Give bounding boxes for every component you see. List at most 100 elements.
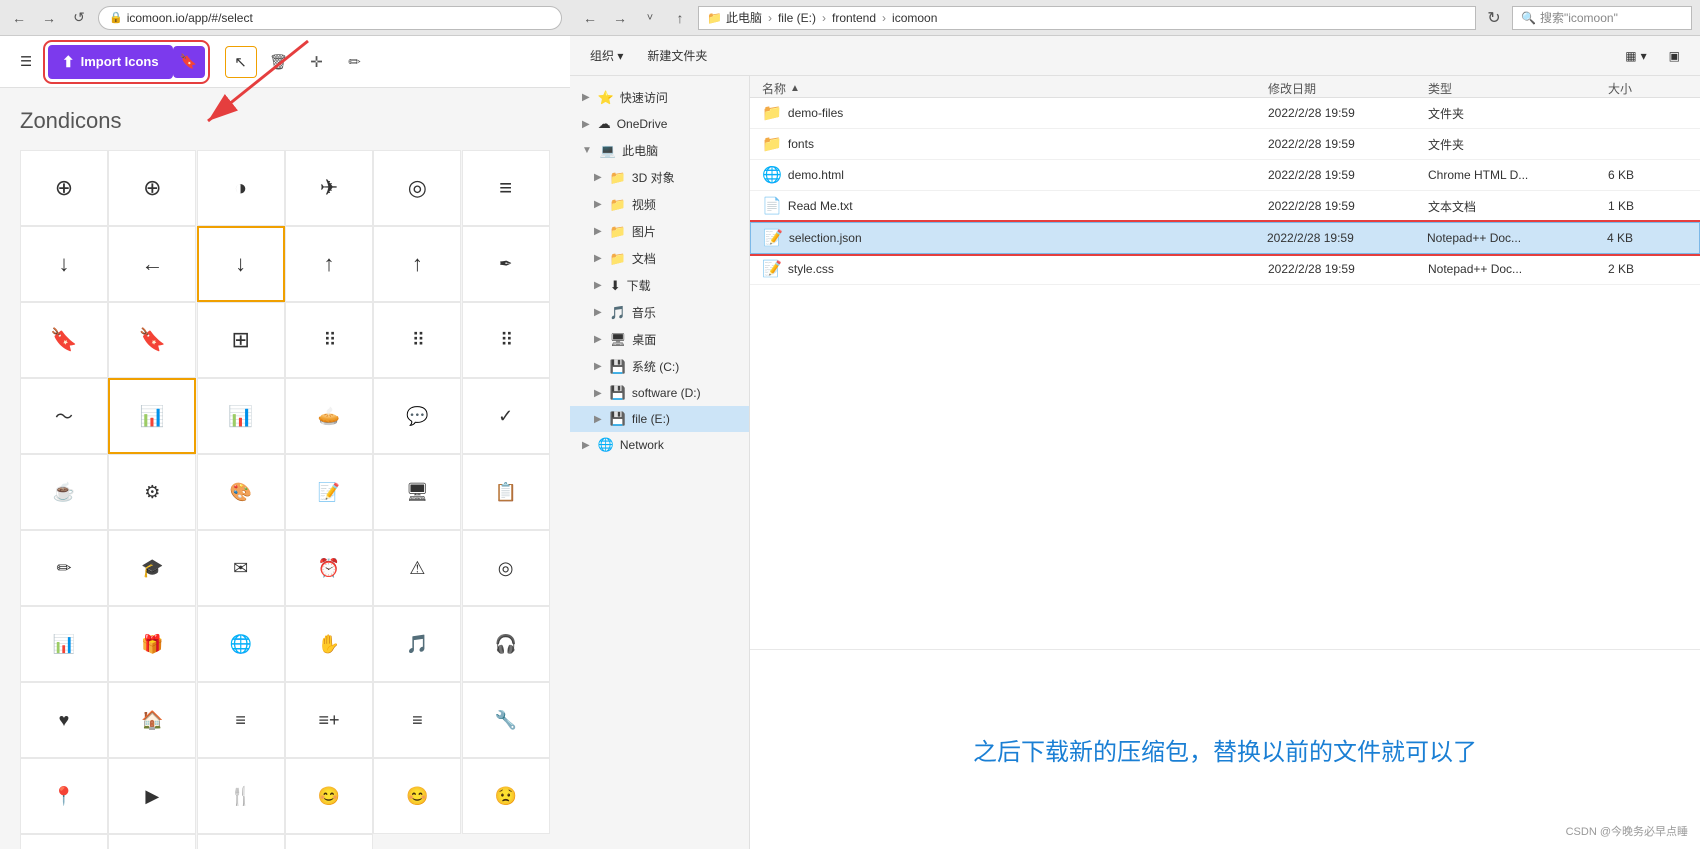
trash-button[interactable]: 🗑: [263, 46, 295, 78]
file-size: 2 KB: [1608, 262, 1688, 276]
icon-cell[interactable]: ≡: [462, 150, 550, 226]
sidebar-item-3d[interactable]: ▶ 📁 3D 对象: [570, 164, 749, 191]
icon-cell[interactable]: 🎓: [108, 530, 196, 606]
refresh-button[interactable]: ↺: [68, 7, 90, 29]
exp-recent-button[interactable]: ˅: [638, 6, 662, 30]
icon-cell[interactable]: ⊕: [20, 150, 108, 226]
sidebar-item-images[interactable]: ▶ 📁 图片: [570, 218, 749, 245]
exp-back-button[interactable]: ←: [578, 6, 602, 30]
sidebar-item-ddrive[interactable]: ▶ 💾 software (D:): [570, 380, 749, 406]
icon-cell[interactable]: ✉: [197, 530, 285, 606]
sidebar-item-onedrive[interactable]: ▶ ☁ OneDrive: [570, 111, 749, 137]
sidebar-item-edrive[interactable]: ▶ 💾 file (E:): [570, 406, 749, 432]
icon-cell[interactable]: 🔖: [108, 302, 196, 378]
icon-cell[interactable]: ✓: [462, 378, 550, 454]
sidebar-item-desktop[interactable]: ▶ 🖥 桌面: [570, 326, 749, 353]
icon-cell[interactable]: 🎵: [373, 606, 461, 682]
icon-cell[interactable]: 🏠: [108, 682, 196, 758]
icon-cell[interactable]: 🍴: [197, 758, 285, 834]
sidebar-item-docs[interactable]: ▶ 📁 文档: [570, 245, 749, 272]
icon-cell[interactable]: ⊞: [197, 302, 285, 378]
new-folder-button[interactable]: 新建文件夹: [639, 43, 715, 68]
icon-cell[interactable]: ◎: [373, 150, 461, 226]
file-row[interactable]: 📝 style.css 2022/2/28 19:59 Notepad++ Do…: [750, 254, 1700, 285]
icon-cell[interactable]: 〜: [20, 378, 108, 454]
hamburger-button[interactable]: ☰: [10, 46, 42, 78]
forward-button[interactable]: →: [38, 7, 60, 29]
icon-cell[interactable]: 😊: [285, 758, 373, 834]
icon-cell[interactable]: 🖱: [108, 834, 196, 849]
icon-cell[interactable]: 🥧: [285, 378, 373, 454]
icon-cell[interactable]: ≡: [373, 682, 461, 758]
edit-button[interactable]: ✏: [339, 46, 371, 78]
exp-forward-button[interactable]: →: [608, 6, 632, 30]
icon-cell[interactable]: ◑: [197, 150, 285, 226]
exp-up-button[interactable]: ↑: [668, 6, 692, 30]
icon-cell-selected[interactable]: ↓: [197, 226, 285, 302]
icon-cell[interactable]: 🎧: [462, 606, 550, 682]
icon-cell[interactable]: 😶: [20, 834, 108, 849]
cursor-tool-button[interactable]: ↖: [225, 46, 257, 78]
icon-cell[interactable]: 📊: [20, 606, 108, 682]
import-icons-button[interactable]: ⬆ Import Icons: [48, 45, 173, 79]
icon-cell[interactable]: 🔖: [20, 302, 108, 378]
bookmark-button[interactable]: 🔖: [173, 46, 205, 78]
file-row[interactable]: 📄 Read Me.txt 2022/2/28 19:59 文本文档 1 KB: [750, 191, 1700, 222]
icon-cell[interactable]: ✏: [20, 530, 108, 606]
icon-cell[interactable]: ✈: [285, 150, 373, 226]
file-row[interactable]: 📁 fonts 2022/2/28 19:59 文件夹: [750, 129, 1700, 160]
icon-cell[interactable]: 💬: [373, 378, 461, 454]
view-button[interactable]: ▦ ▾: [1617, 45, 1654, 67]
sidebar-item-music[interactable]: ▶ 🎵 音乐: [570, 299, 749, 326]
icon-cell[interactable]: ✒: [462, 226, 550, 302]
icon-cell[interactable]: ▶: [108, 758, 196, 834]
icon-cell[interactable]: 📍: [20, 758, 108, 834]
icon-cell[interactable]: ↓: [20, 226, 108, 302]
file-row-selected[interactable]: 📝 selection.json 2022/2/28 19:59 Notepad…: [750, 222, 1700, 254]
icon-cell[interactable]: 📋: [462, 454, 550, 530]
icon-cell[interactable]: 📝: [285, 454, 373, 530]
file-row[interactable]: 🌐 demo.html 2022/2/28 19:59 Chrome HTML …: [750, 160, 1700, 191]
icon-cell[interactable]: 🔑: [285, 834, 373, 849]
icon-cell[interactable]: ⚠: [373, 530, 461, 606]
icon-cell[interactable]: ◎: [462, 530, 550, 606]
organize-button[interactable]: 组织 ▾: [582, 43, 631, 68]
icon-cell[interactable]: ✋: [285, 606, 373, 682]
icon-cell[interactable]: ≡+: [285, 682, 373, 758]
icon-cell[interactable]: ←: [108, 226, 196, 302]
icon-cell[interactable]: 📊: [197, 378, 285, 454]
icon-cell[interactable]: ⊕: [108, 150, 196, 226]
icon-cell[interactable]: 🔧: [462, 682, 550, 758]
icon-cell[interactable]: ⠿: [285, 302, 373, 378]
icon-cell[interactable]: 🎁: [108, 606, 196, 682]
icon-cell[interactable]: ↑: [373, 226, 461, 302]
sidebar-item-quickaccess[interactable]: ▶ ⭐ 快速访问: [570, 84, 749, 111]
icon-cell[interactable]: ⠿: [373, 302, 461, 378]
pane-button[interactable]: ▣: [1661, 45, 1688, 67]
icon-cell[interactable]: ≡: [197, 682, 285, 758]
icon-cell[interactable]: 🎨: [197, 454, 285, 530]
icon-cell[interactable]: ☕: [20, 454, 108, 530]
icon-cell[interactable]: ⚙: [108, 454, 196, 530]
icon-cell[interactable]: ↑: [285, 226, 373, 302]
icon-cell[interactable]: 😟: [462, 758, 550, 834]
icon-cell[interactable]: 🖥: [373, 454, 461, 530]
icon-cell[interactable]: 🌐: [197, 606, 285, 682]
sidebar-item-network[interactable]: ▶ 🌐 Network: [570, 432, 749, 458]
back-button[interactable]: ←: [8, 7, 30, 29]
icon-cell[interactable]: ⏰: [285, 530, 373, 606]
sidebar-item-thispc[interactable]: ▼ 💻 此电脑: [570, 137, 749, 164]
icon-cell-bar-chart[interactable]: 📊: [108, 378, 196, 454]
icon-cell[interactable]: ◎: [197, 834, 285, 849]
sidebar-item-video[interactable]: ▶ 📁 视频: [570, 191, 749, 218]
path-bar[interactable]: 📁 此电脑 › file (E:) › frontend › icomoon: [698, 6, 1476, 30]
sidebar-item-cdrive[interactable]: ▶ 💾 系统 (C:): [570, 353, 749, 380]
move-button[interactable]: ✛: [301, 46, 333, 78]
icon-cell[interactable]: ⠿: [462, 302, 550, 378]
exp-refresh-button[interactable]: ↻: [1482, 6, 1506, 30]
icon-cell[interactable]: 😊: [373, 758, 461, 834]
sidebar-item-downloads[interactable]: ▶ ⬇ 下载: [570, 272, 749, 299]
file-row[interactable]: 📁 demo-files 2022/2/28 19:59 文件夹: [750, 98, 1700, 129]
search-bar[interactable]: 🔍 搜索"icomoon": [1512, 6, 1692, 30]
icon-cell[interactable]: ♥: [20, 682, 108, 758]
